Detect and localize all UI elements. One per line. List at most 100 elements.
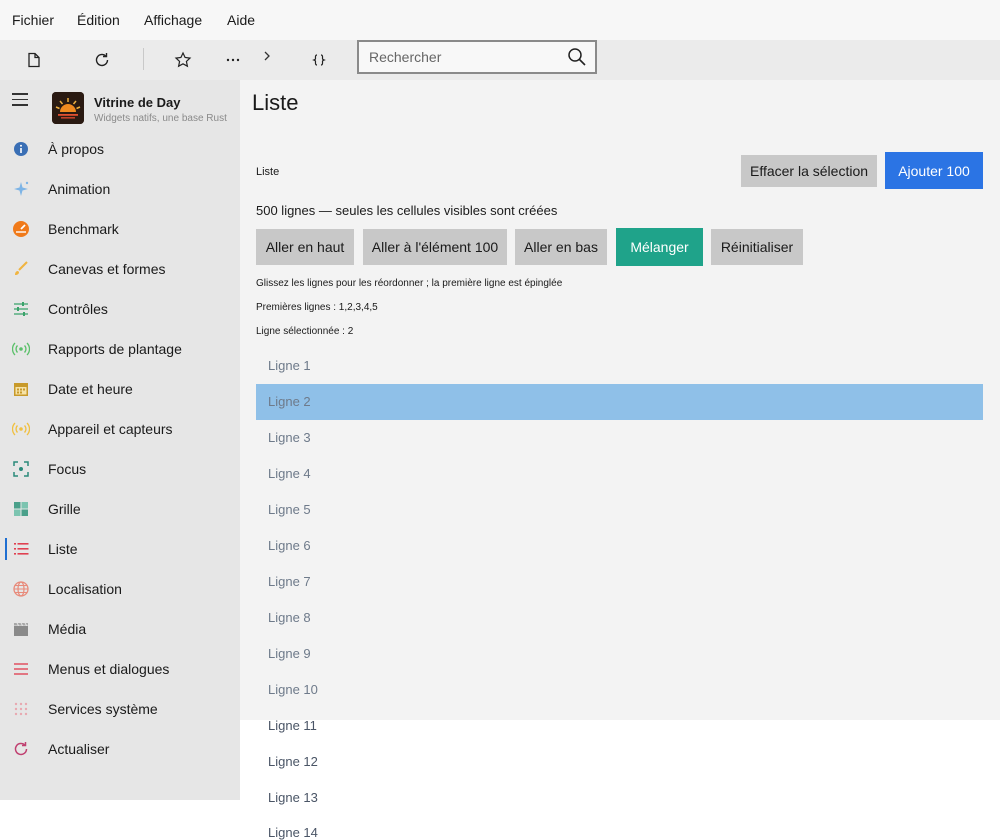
list-row[interactable]: Ligne 12 [256, 744, 983, 780]
app-title: Vitrine de Day [94, 95, 181, 110]
sidebar-item-label: Focus [48, 461, 87, 477]
shuffle-button[interactable]: Mélanger [616, 228, 703, 266]
row-label: Ligne 4 [268, 466, 311, 481]
app-subtitle: Widgets natifs, une base Rust [94, 113, 227, 124]
list-row[interactable]: Ligne 14 [256, 815, 983, 840]
sidebar-item-label: Grille [48, 501, 81, 517]
list-row[interactable]: Ligne 8 [256, 600, 983, 636]
sidebar-item-label: Menus et dialogues [48, 661, 170, 677]
page-title: Liste [252, 90, 299, 115]
list-icon [12, 540, 30, 558]
list-row[interactable]: Ligne 6 [256, 528, 983, 564]
focus-icon [12, 460, 30, 478]
go-top-button[interactable]: Aller en haut [256, 229, 354, 265]
section-label: Liste [256, 166, 280, 178]
refresh-icon [12, 740, 30, 758]
sidebar-item-grid[interactable]: Grille [0, 489, 240, 529]
list-row[interactable]: Ligne 4 [256, 456, 983, 492]
calendar-icon [12, 380, 30, 398]
row-count-text: 500 lignes — seules les cellules visible… [256, 203, 558, 218]
menu-view[interactable]: Affichage [144, 12, 202, 28]
list-row[interactable]: Ligne 9 [256, 636, 983, 672]
broadcast-icon [12, 340, 30, 358]
chevron-right-icon[interactable] [255, 44, 279, 68]
list-row[interactable]: Ligne 11 [256, 708, 983, 744]
gauge-icon [12, 220, 30, 238]
list-row[interactable]: Ligne 10 [256, 672, 983, 708]
sidebar-item-device-sensors[interactable]: Appareil et capteurs [0, 409, 240, 449]
sensor-icon [12, 420, 30, 438]
sidebar-item-system-services[interactable]: Services système [0, 689, 240, 729]
sidebar-item-label: Appareil et capteurs [48, 421, 173, 437]
menu-edit[interactable]: Édition [77, 12, 120, 28]
app-logo [52, 92, 84, 124]
sidebar-item-label: Benchmark [48, 221, 119, 237]
selected-row-text: Ligne sélectionnée : 2 [256, 326, 354, 337]
sidebar-item-date-time[interactable]: Date et heure [0, 369, 240, 409]
row-label: Ligne 12 [268, 754, 318, 769]
sidebar-item-menus-dialogs[interactable]: Menus et dialogues [0, 649, 240, 689]
new-document-icon[interactable] [22, 48, 46, 72]
row-label: Ligne 1 [268, 358, 311, 373]
globe-icon [12, 580, 30, 598]
search-icon[interactable] [567, 47, 587, 72]
sidebar-item-controls[interactable]: Contrôles [0, 289, 240, 329]
more-icon[interactable] [221, 48, 245, 72]
row-label: Ligne 3 [268, 430, 311, 445]
sidebar-item-refresh[interactable]: Actualiser [0, 729, 240, 769]
sidebar-item-about[interactable]: À propos [0, 129, 240, 169]
list-row-selected[interactable]: Ligne 2 [256, 384, 983, 420]
reset-button[interactable]: Réinitialiser [711, 229, 803, 265]
list-row[interactable]: Ligne 5 [256, 492, 983, 528]
clear-selection-button[interactable]: Effacer la sélection [741, 155, 877, 187]
go-bottom-button[interactable]: Aller en bas [515, 229, 607, 265]
search-input[interactable] [369, 47, 554, 67]
add-100-button[interactable]: Ajouter 100 [885, 152, 983, 189]
row-label: Ligne 8 [268, 610, 311, 625]
sidebar-item-label: Date et heure [48, 381, 133, 397]
sidebar-item-label: Média [48, 621, 87, 637]
brush-icon [12, 260, 30, 278]
code-braces-icon[interactable] [307, 48, 331, 72]
sidebar-item-label: Localisation [48, 581, 122, 597]
row-label: Ligne 10 [268, 682, 318, 697]
list-row[interactable]: Ligne 7 [256, 564, 983, 600]
menu-file[interactable]: Fichier [12, 12, 54, 28]
menu-bar: Fichier Édition Affichage Aide [0, 0, 1000, 40]
row-label: Ligne 6 [268, 538, 311, 553]
sidebar-item-media[interactable]: Média [0, 609, 240, 649]
drag-hint: Glissez les lignes pour les réordonner ;… [256, 278, 563, 289]
sidebar-item-label: Canevas et formes [48, 261, 166, 277]
sidebar-item-label: À propos [48, 141, 105, 157]
reload-icon[interactable] [90, 48, 114, 72]
sidebar-item-label: Contrôles [48, 301, 108, 317]
sidebar-item-localization[interactable]: Localisation [0, 569, 240, 609]
clapper-icon [12, 620, 30, 638]
list-row[interactable]: Ligne 13 [256, 780, 983, 816]
list-row[interactable]: Ligne 3 [256, 420, 983, 456]
sidebar-item-animation[interactable]: Animation [0, 169, 240, 209]
sidebar-item-focus[interactable]: Focus [0, 449, 240, 489]
sidebar-item-benchmark[interactable]: Benchmark [0, 209, 240, 249]
dots-grid-icon [12, 700, 30, 718]
sidebar-item-list[interactable]: Liste [0, 529, 240, 569]
grid-icon [12, 500, 30, 518]
sliders-icon [12, 300, 30, 318]
info-icon [12, 140, 30, 158]
star-icon[interactable] [171, 48, 195, 72]
menu-lines-icon [12, 660, 30, 678]
row-label: Ligne 13 [268, 790, 318, 805]
menu-help[interactable]: Aide [227, 12, 255, 28]
row-label: Ligne 9 [268, 646, 311, 661]
go-item-100-button[interactable]: Aller à l'élément 100 [363, 229, 507, 265]
row-label: Ligne 14 [268, 825, 318, 840]
sidebar-item-label: Animation [48, 181, 111, 197]
sidebar-item-crash-reports[interactable]: Rapports de plantage [0, 329, 240, 369]
sidebar-item-canvas[interactable]: Canevas et formes [0, 249, 240, 289]
search-box [357, 40, 597, 74]
hamburger-menu-icon[interactable] [12, 93, 28, 106]
list-row[interactable]: Ligne 1 [256, 348, 983, 384]
sparkle-icon [12, 180, 30, 198]
sidebar-item-label: Services système [48, 701, 158, 717]
first-rows-text: Premières lignes : 1,2,3,4,5 [256, 302, 378, 313]
